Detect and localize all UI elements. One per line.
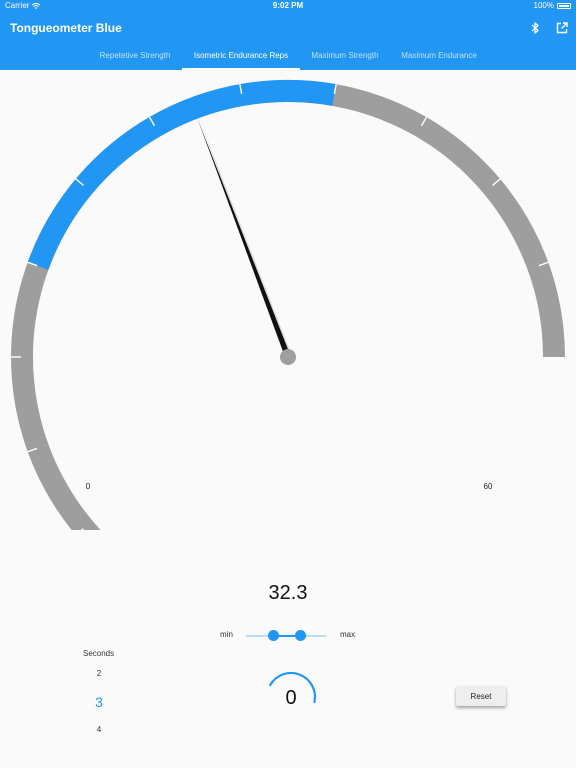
range-thumb-min[interactable]: [267, 630, 279, 641]
tab-maximum-strength[interactable]: Maximum Strength: [300, 46, 390, 70]
reset-button[interactable]: Reset: [456, 686, 506, 706]
timer-value: 0: [285, 687, 296, 709]
tab-maximum-endurance[interactable]: Maximum Endurance: [390, 46, 488, 70]
seconds-option-4[interactable]: 4: [80, 725, 118, 734]
gauge-min-label: 0: [86, 482, 91, 491]
current-reading: 32.3: [268, 582, 308, 604]
battery-icon: [557, 2, 571, 9]
gauge-needle-hub: [280, 349, 296, 365]
app-bar: Tongueometer Blue Repetetive Strength Is…: [0, 12, 576, 70]
tab-isometric-endurance-reps[interactable]: Isometric Endurance Reps: [182, 46, 300, 70]
status-time: 9:02 PM: [272, 1, 304, 10]
tab-repetetive-strength[interactable]: Repetetive Strength: [88, 46, 182, 70]
open-external-icon[interactable]: [555, 21, 569, 35]
battery-group: 100%: [534, 1, 571, 10]
bluetooth-icon[interactable]: [528, 21, 542, 35]
seconds-option-2[interactable]: 2: [80, 669, 118, 678]
gauge-needle-shadow: [200, 122, 295, 364]
range-min-label: min: [220, 630, 233, 639]
gauge-highlight: [27, 80, 337, 270]
range-thumb-max[interactable]: [294, 630, 306, 641]
gauge-max-label: 60: [484, 482, 493, 491]
seconds-option-3-selected[interactable]: 3: [80, 694, 118, 710]
countdown-timer: 0: [269, 671, 317, 709]
battery-percent: 100%: [533, 1, 554, 10]
range-slider: min max: [0, 628, 576, 644]
tab-bar: Repetetive Strength Isometric Endurance …: [0, 46, 576, 70]
range-max-label: max: [340, 630, 356, 639]
gauge: 0 60: [11, 80, 565, 530]
gauge-needle: [196, 116, 291, 358]
app-title: Tongueometer Blue: [10, 21, 122, 35]
seconds-picker-title: Seconds: [83, 649, 115, 658]
status-bar: Carrier 9:02 PM 100%: [0, 0, 576, 12]
